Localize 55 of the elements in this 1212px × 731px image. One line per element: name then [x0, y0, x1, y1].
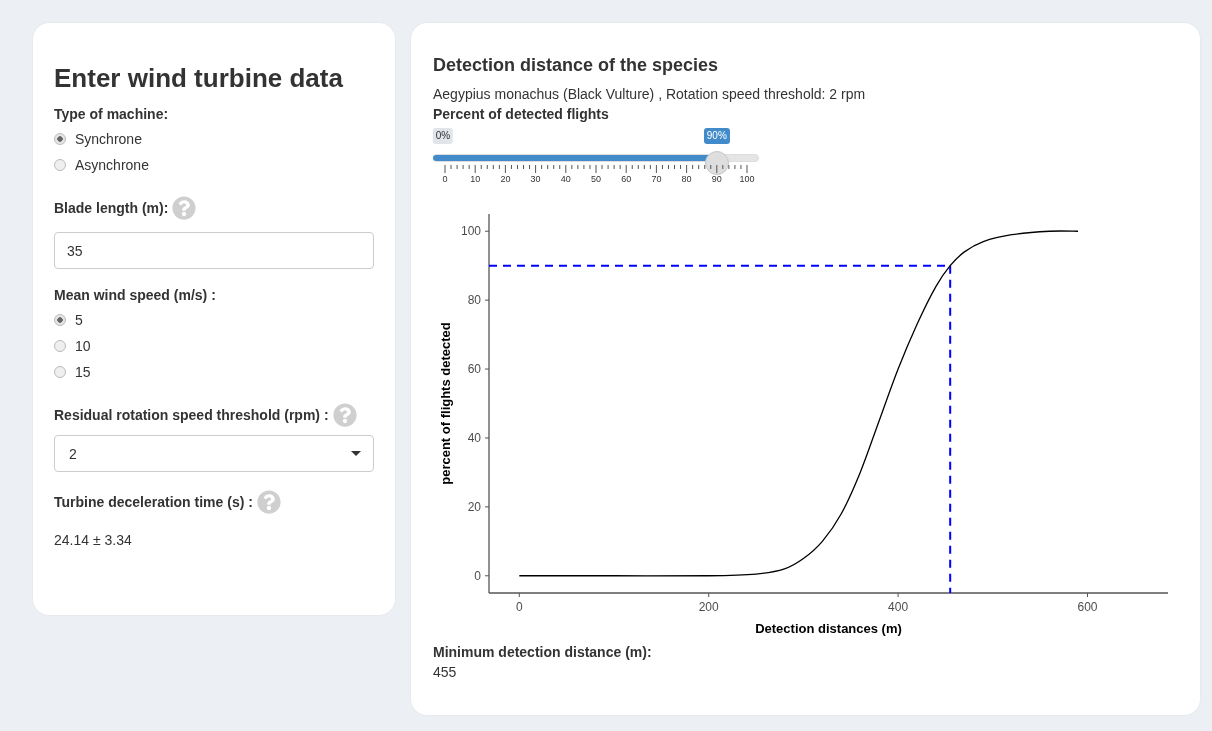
field-label: Turbine deceleration time (s) :	[54, 494, 253, 510]
x-tick-label: 0	[515, 600, 523, 614]
y-tick-label: 100	[460, 224, 481, 239]
radio-button[interactable]	[54, 159, 66, 171]
radio-button[interactable]	[54, 340, 66, 352]
slider-tick-label: 40	[560, 174, 571, 184]
field-label: Blade length (m):	[54, 200, 169, 216]
radio-button[interactable]	[54, 314, 66, 326]
min-badge: 0%	[432, 128, 454, 144]
output-value: 24.14 ± 3.34	[54, 532, 133, 548]
slider-tick-label: 80	[681, 174, 692, 184]
field-label: Type of machine:	[54, 106, 169, 122]
x-tick-label: 600	[1077, 600, 1098, 614]
slider-tick-label: 70	[651, 174, 662, 184]
slider-tick-label: 50	[591, 174, 601, 184]
panel-title: Enter wind turbine data	[54, 63, 344, 94]
help-icon[interactable]	[332, 403, 357, 427]
slider-track[interactable]	[433, 154, 759, 162]
panel-title: Detection distance of the species	[433, 55, 720, 76]
radio-label[interactable]: 15	[75, 364, 91, 380]
slider-handle[interactable]	[704, 151, 729, 175]
y-tick-label: 60	[467, 362, 481, 377]
slider-tick-label: 10	[470, 174, 481, 184]
caret-icon	[351, 451, 361, 456]
help-icon[interactable]	[256, 490, 281, 514]
radio-label[interactable]: 10	[75, 338, 91, 354]
slider-tick-label: 30	[530, 174, 541, 184]
x-tick-label: 400	[888, 600, 909, 614]
species-subtitle: Aegypius monachus (Black Vulture) , Rotation speed threshold: 2 rpm	[433, 86, 867, 102]
y-tick-label: 0	[474, 568, 481, 583]
slider-tick-label: 90	[711, 174, 722, 184]
slider-tick-label: 20	[500, 174, 511, 184]
radio-button[interactable]	[54, 366, 66, 378]
field-label: Residual rotation speed threshold (rpm) :	[54, 407, 329, 423]
threshold-select[interactable]: 2	[54, 435, 374, 472]
slider-tick-label: 100	[739, 174, 755, 184]
y-tick-label: 80	[467, 293, 481, 308]
radio-label[interactable]: 5	[75, 312, 83, 328]
slider-tick-label: 60	[621, 174, 632, 184]
value-badge: 90%	[703, 128, 730, 144]
y-tick-label: 20	[467, 499, 481, 514]
result-value: 455	[433, 664, 458, 680]
help-icon[interactable]	[172, 196, 197, 220]
x-tick-label: 200	[698, 600, 719, 614]
field-label: Mean wind speed (m/s) :	[54, 287, 216, 303]
y-axis-title: percent of flights detected	[438, 322, 453, 485]
result-label: Minimum detection distance (m):	[433, 644, 653, 660]
slider-tick-label: 0	[442, 174, 448, 184]
radio-button[interactable]	[54, 133, 66, 145]
x-axis-title: Detection distances (m)	[755, 621, 902, 636]
slider-label: Percent of detected flights	[433, 106, 610, 122]
radio-label[interactable]: Synchrone	[75, 131, 142, 147]
y-tick-label: 40	[467, 430, 481, 445]
blade-length-field[interactable]: 35	[54, 232, 374, 269]
radio-label[interactable]: Asynchrone	[75, 157, 149, 173]
